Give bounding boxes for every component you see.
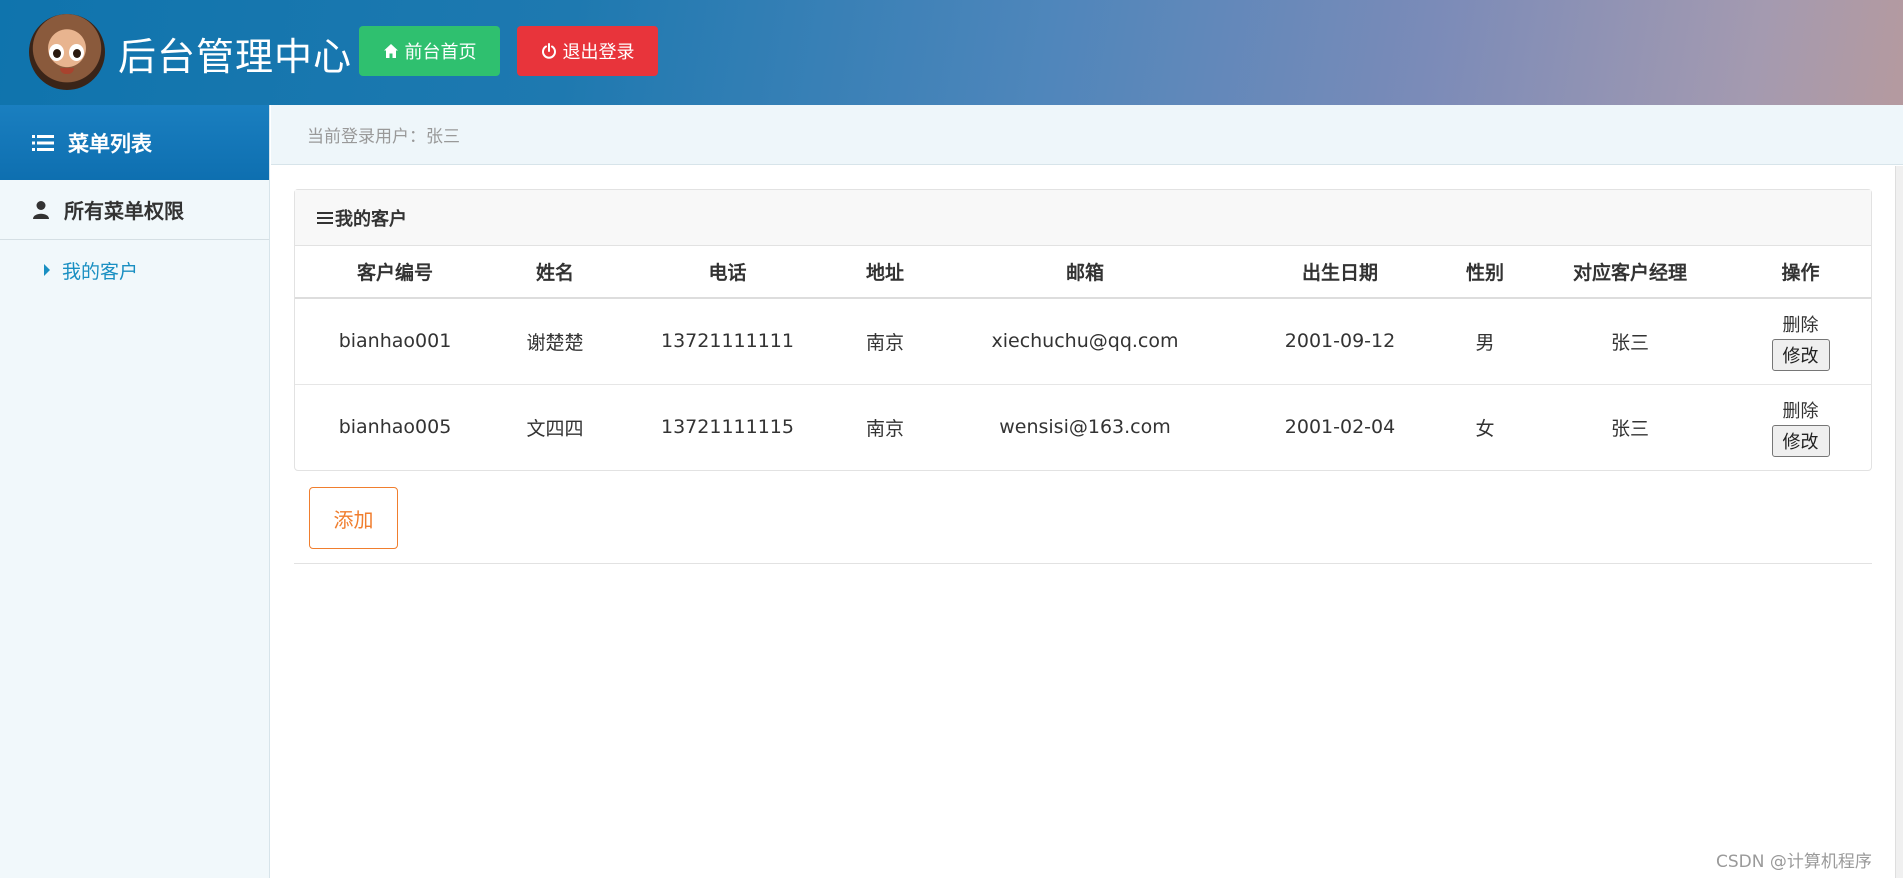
cell-name: 谢楚楚 [495, 298, 615, 385]
list-icon [32, 134, 54, 151]
delete-link[interactable]: 删除 [1783, 397, 1819, 423]
sidebar-heading-label: 菜单列表 [68, 131, 152, 156]
sidebar-group-label: 所有菜单权限 [64, 199, 184, 223]
scrollbar[interactable] [1895, 166, 1903, 878]
current-user-text: 当前登录用户：张三 [307, 127, 460, 147]
sidebar-group-permissions[interactable]: 所有菜单权限 [0, 180, 269, 240]
customer-panel: 我的客户 客户编号 姓名 电话 地址 邮箱 出生日期 性别 对应客户经理 操作 [294, 189, 1872, 471]
top-header: 后台管理中心 前台首页 退出登录 [0, 0, 1903, 105]
cell-manager: 张三 [1610, 417, 1649, 440]
avatar [29, 14, 105, 90]
column-header: 出生日期 [1240, 246, 1440, 299]
cell-address: 南京 [865, 417, 904, 440]
cell-manager: 张三 [1530, 298, 1730, 385]
column-header: 客户编号 [295, 246, 495, 299]
app-root: 后台管理中心 前台首页 退出登录 菜单列表 所有菜单权限 我的客户 当前登录用户… [0, 0, 1903, 878]
app-title: 后台管理中心 [118, 35, 353, 79]
home-button-label: 前台首页 [404, 42, 477, 63]
sidebar: 菜单列表 所有菜单权限 我的客户 [0, 105, 270, 878]
sidebar-heading: 菜单列表 [0, 105, 269, 180]
edit-button[interactable]: 修改 [1771, 425, 1830, 458]
cell-id: bianhao005 [338, 416, 452, 439]
divider [294, 563, 1872, 564]
cell-birth: 2001-09-12 [1240, 298, 1440, 385]
table-row: bianhao005 文四四 13721111115 南京 wensisi@16… [295, 384, 1871, 470]
delete-link[interactable]: 删除 [1783, 311, 1819, 337]
cell-gender: 男 [1440, 298, 1530, 385]
panel-header: 我的客户 [295, 190, 1871, 246]
sidebar-item-my-customers[interactable]: 我的客户 [0, 240, 269, 300]
cell-phone: 13721111115 [661, 416, 794, 439]
cell-birth: 2001-02-04 [1284, 416, 1396, 439]
logout-button-label: 退出登录 [562, 42, 635, 63]
panel-title: 我的客户 [335, 208, 407, 230]
column-header: 电话 [615, 246, 840, 299]
cell-id: bianhao001 [295, 298, 495, 385]
user-icon [33, 200, 49, 219]
cell-gender: 女 [1475, 417, 1495, 440]
cell-email: wensisi@163.com [999, 416, 1171, 439]
column-header: 对应客户经理 [1530, 246, 1730, 299]
sidebar-item-label: 我的客户 [62, 260, 139, 283]
column-header: 性别 [1440, 246, 1530, 299]
table-row: bianhao001 谢楚楚 13721111111 南京 xiechuchu@… [295, 298, 1871, 385]
cell-phone: 13721111111 [615, 298, 840, 385]
caret-right-icon [44, 264, 50, 276]
home-button[interactable]: 前台首页 [359, 26, 500, 76]
add-button[interactable]: 添加 [309, 487, 398, 549]
cell-actions: 删除 修改 [1730, 384, 1871, 470]
cell-email: xiechuchu@qq.com [930, 298, 1240, 385]
cell-name: 文四四 [526, 417, 584, 440]
power-icon [541, 43, 556, 59]
cell-address: 南京 [840, 298, 930, 385]
user-bar: 当前登录用户：张三 [271, 105, 1903, 165]
cell-actions: 删除 修改 [1730, 298, 1871, 385]
logout-button[interactable]: 退出登录 [517, 26, 658, 76]
table-header-row: 客户编号 姓名 电话 地址 邮箱 出生日期 性别 对应客户经理 操作 [295, 246, 1871, 299]
customer-table: 客户编号 姓名 电话 地址 邮箱 出生日期 性别 对应客户经理 操作 bianh… [295, 246, 1871, 470]
column-header: 邮箱 [930, 246, 1240, 299]
watermark: CSDN @计算机程序 [1716, 852, 1872, 872]
column-header: 操作 [1730, 246, 1871, 299]
home-icon [383, 44, 398, 58]
column-header: 姓名 [495, 246, 615, 299]
column-header: 地址 [840, 246, 930, 299]
bars-icon [317, 211, 333, 224]
edit-button[interactable]: 修改 [1771, 339, 1830, 372]
